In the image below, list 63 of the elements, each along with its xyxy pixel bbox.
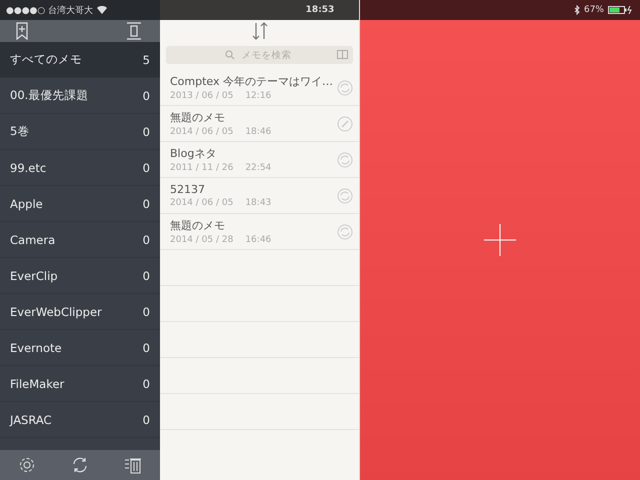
note-count: 0 (142, 268, 150, 282)
notebook-name: Apple (10, 196, 43, 210)
note-count: 0 (142, 124, 150, 138)
note-count: 0 (142, 412, 150, 426)
sync-icon (337, 80, 353, 96)
notebook-name: 5巻 (10, 124, 30, 139)
note-row[interactable]: 52137 2014 / 06 / 05 18:43 (160, 178, 359, 214)
note-count: 0 (142, 304, 150, 318)
note-time: 18:46 (245, 127, 272, 137)
pencil-icon (337, 116, 353, 132)
notebook-name: FileMaker (10, 376, 64, 390)
bluetooth-icon (574, 5, 580, 15)
note-time: 22:54 (245, 163, 272, 173)
sync-icon[interactable] (70, 456, 89, 474)
note-count: 0 (142, 232, 150, 246)
note-title: Comptex 今年のテーマはワイ… (170, 74, 334, 89)
notebook-name: EverWebClipper (10, 304, 102, 318)
notebook-name: JASRAC (10, 412, 52, 426)
note-row[interactable]: Comptex 今年のテーマはワイ… 2013 / 06 / 05 12:16 (160, 70, 359, 106)
clock-time: 18:53 (306, 5, 334, 15)
notebook-icon[interactable] (126, 22, 142, 40)
notebook-name: 00.最優先課題 (10, 88, 88, 103)
notebook-name: Camera (10, 232, 56, 246)
notebook-name: すべてのメモ (10, 52, 82, 67)
note-row[interactable]: 無題のメモ 2014 / 06 / 05 18:46 (160, 106, 359, 142)
battery-icon (608, 6, 634, 14)
battery-percentage: 67% (584, 5, 604, 15)
sort-icon[interactable] (252, 21, 268, 41)
wifi-icon (97, 6, 108, 14)
note-date: 2014 / 06 / 05 (170, 127, 234, 137)
settings-icon[interactable] (18, 456, 36, 474)
sync-icon (337, 188, 353, 204)
note-time: 18:43 (245, 198, 272, 208)
sync-icon (337, 224, 353, 240)
note-count: 0 (142, 340, 150, 354)
note-time: 12:16 (245, 91, 272, 101)
trash-icon[interactable] (124, 456, 142, 474)
note-title: Blogネタ (170, 146, 218, 161)
note-row[interactable]: Blogネタ 2011 / 11 / 26 22:54 (160, 142, 359, 178)
note-title: 無題のメモ (170, 218, 226, 233)
note-date: 2011 / 11 / 26 (170, 163, 234, 173)
note-count: 5 (142, 52, 150, 66)
notebook-item[interactable]: すべてのメモ 5 (0, 42, 160, 78)
notebook-name: 99.etc (10, 160, 46, 174)
note-date: 2014 / 06 / 05 (170, 198, 234, 208)
note-count: 0 (142, 160, 150, 174)
note-date: 2013 / 06 / 05 (170, 91, 234, 101)
notebook-name: EverClip (10, 268, 58, 282)
note-title: 52137 (170, 183, 206, 196)
note-count: 0 (142, 196, 150, 210)
search-field[interactable]: メモを検索 (166, 46, 353, 64)
sync-icon (337, 152, 353, 168)
note-date: 2014 / 05 / 28 (170, 235, 234, 245)
note-count: 0 (142, 88, 150, 102)
note-count: 0 (142, 376, 150, 390)
note-time: 16:46 (245, 235, 272, 245)
notebook-name: Evernote (10, 340, 62, 354)
carrier-label: ●●●●○ 台湾大哥大 (6, 4, 94, 16)
note-row[interactable]: 無題のメモ 2014 / 05 / 28 16:46 (160, 214, 359, 250)
bookmark-add-icon[interactable] (16, 22, 28, 40)
add-icon[interactable] (484, 224, 516, 256)
search-icon (225, 50, 235, 60)
note-title: 無題のメモ (170, 110, 226, 125)
